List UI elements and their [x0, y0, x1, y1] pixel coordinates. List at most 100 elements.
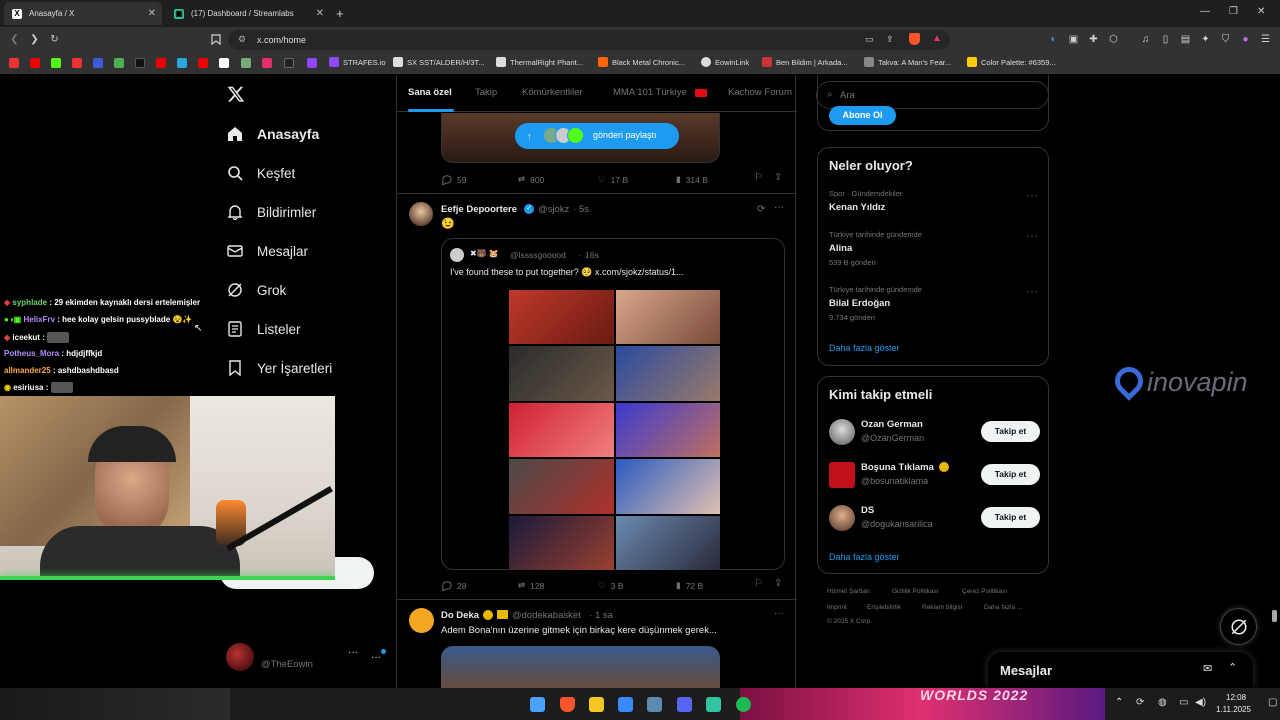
wallet-icon[interactable]: ▤: [1180, 34, 1191, 45]
reload-icon[interactable]: ↻: [49, 34, 60, 45]
grok-icon[interactable]: ⟳: [757, 204, 765, 215]
forward-icon[interactable]: ❯: [29, 34, 40, 45]
who-show-more[interactable]: Daha fazla göster: [829, 552, 900, 562]
close-tab-icon[interactable]: ✕: [316, 8, 324, 19]
grid-photo[interactable]: [615, 459, 720, 514]
reply-button[interactable]: 59: [441, 174, 466, 185]
clock-date[interactable]: 1.11.2025: [1216, 705, 1251, 714]
post-time[interactable]: 1 sa: [595, 610, 613, 621]
like-button[interactable]: ♡ 3 B: [598, 580, 623, 591]
trends-show-more[interactable]: Daha fazla göster: [829, 343, 900, 353]
grid-photo[interactable]: [509, 290, 614, 345]
cast-icon[interactable]: ▭: [865, 34, 874, 45]
notifications-icon[interactable]: ▢: [1268, 697, 1277, 708]
bookmark-ben-bildim[interactable]: Ben Bildim | Arkada...: [762, 57, 848, 67]
grid-photo[interactable]: [615, 290, 720, 345]
sidebar-item-explore[interactable]: Keşfet: [227, 165, 295, 181]
share-icon[interactable]: ⇪: [774, 172, 782, 183]
sidebar-item-grok[interactable]: Grok: [227, 282, 286, 298]
follow-button[interactable]: Takip et: [981, 421, 1040, 442]
more-icon[interactable]: ···: [1026, 190, 1039, 201]
views-button[interactable]: ▮ 314 B: [676, 174, 708, 185]
tab-streamlabs[interactable]: ▣ (17) Dashboard / Streamlabs ✕: [166, 2, 330, 25]
tab-kachow-forum[interactable]: Kachow Forum: [728, 87, 792, 98]
chevron-up-icon[interactable]: ⌃: [1228, 661, 1237, 674]
tiktok-icon[interactable]: [135, 58, 145, 68]
extension-icon[interactable]: ▣: [1068, 34, 1079, 45]
post-handle[interactable]: @sjokz: [538, 204, 569, 215]
new-posts-pill[interactable]: ↑ gönderi paylaştı: [515, 123, 679, 149]
follow-button[interactable]: Takip et: [981, 507, 1040, 528]
extension-icon[interactable]: ⬡: [1108, 34, 1119, 45]
repost-button[interactable]: ⇄ 800: [518, 174, 544, 185]
tab-following[interactable]: Takip: [475, 87, 497, 98]
bookmark-thermalright[interactable]: ThermalRight Phant...: [496, 57, 583, 67]
brave-icon[interactable]: [560, 697, 575, 712]
like-button[interactable]: ♡ 17 B: [598, 174, 628, 185]
brave-shield-icon[interactable]: [909, 33, 920, 45]
file-explorer-icon[interactable]: [589, 697, 604, 712]
profile-icon[interactable]: ●: [1240, 34, 1251, 45]
sidebar-item-lists[interactable]: Listeler: [227, 321, 301, 337]
messages-drawer[interactable]: Mesajlar ✉ ⌃: [988, 652, 1253, 688]
avatar[interactable]: [226, 643, 254, 671]
close-window-icon[interactable]: ✕: [1257, 6, 1265, 17]
scrollbar-thumb[interactable]: [1272, 610, 1277, 622]
bookmark-icon[interactable]: [72, 58, 82, 68]
bookmark-icon[interactable]: [241, 58, 251, 68]
bookmark-icon[interactable]: [93, 58, 103, 68]
bookmark-black-metal[interactable]: Black Metal Chronic...: [598, 57, 685, 67]
bookmark-eowinlink[interactable]: EowinLink: [701, 57, 749, 67]
grid-photo[interactable]: [615, 515, 720, 570]
avatar[interactable]: [409, 202, 433, 226]
tab-anasayfa[interactable]: X Anasayfa / X ✕: [4, 2, 162, 25]
menu-icon[interactable]: ☰: [1260, 34, 1271, 45]
network-icon[interactable]: ◍: [1158, 697, 1167, 708]
subscribe-button[interactable]: Abone Ol: [829, 106, 896, 125]
tab-mma-101[interactable]: MMA 101 Türkiye: [613, 87, 687, 98]
grid-photo[interactable]: [615, 402, 720, 458]
bookmark-icon[interactable]: [9, 58, 19, 68]
grok-button[interactable]: [1220, 608, 1257, 645]
bookmark-sx[interactable]: SX SST/ALDER/H/3T...: [393, 57, 485, 67]
windows-start-icon[interactable]: [530, 697, 545, 712]
quote-post[interactable]: ✖🐻 🐹 @lssssgooood · 16s I've found these…: [441, 238, 785, 570]
site-settings-icon[interactable]: ⚙: [238, 34, 246, 45]
more-icon[interactable]: ···: [774, 202, 784, 213]
tab-for-you[interactable]: Sana özel: [408, 87, 452, 98]
post-author[interactable]: Do Deka: [441, 610, 479, 621]
repost-button[interactable]: ⇄ 128: [518, 580, 544, 591]
bookmark-icon[interactable]: ⚐: [754, 578, 763, 589]
bookmark-page-icon[interactable]: [210, 34, 221, 46]
youtube-icon[interactable]: [198, 58, 208, 68]
sync-icon[interactable]: ⟳: [1136, 697, 1144, 708]
more-icon[interactable]: ···: [774, 608, 784, 619]
x-logo-icon[interactable]: [227, 85, 247, 105]
back-icon[interactable]: ❮: [9, 34, 20, 45]
clock-time[interactable]: 12:08: [1226, 693, 1246, 702]
instagram-icon[interactable]: [262, 58, 272, 68]
more-icon[interactable]: ···: [348, 647, 358, 658]
views-button[interactable]: ▮ 72 B: [676, 580, 703, 591]
grid-photo[interactable]: [509, 515, 614, 570]
photo-grid[interactable]: [509, 290, 720, 570]
grid-photo[interactable]: [509, 346, 614, 401]
leo-icon[interactable]: ✦: [1200, 34, 1211, 45]
sidebar-item-notifications[interactable]: Bildirimler: [227, 204, 316, 220]
sidebar-icon[interactable]: ▯: [1160, 34, 1171, 45]
media-icon[interactable]: ♫: [1140, 34, 1151, 45]
more-icon[interactable]: ···: [1026, 286, 1039, 297]
bookmark-icon[interactable]: [284, 58, 294, 68]
more-icon[interactable]: ···: [1026, 231, 1039, 242]
kick-icon[interactable]: [51, 58, 61, 68]
bookmark-icon[interactable]: [114, 58, 124, 68]
app-icon[interactable]: [647, 697, 662, 712]
post-media[interactable]: [441, 646, 720, 688]
close-tab-icon[interactable]: ✕: [148, 8, 156, 19]
bookmark-icon[interactable]: [177, 58, 187, 68]
sidebar-item-bookmarks[interactable]: Yer İşaretleri: [227, 360, 332, 376]
twitch-icon[interactable]: [307, 58, 317, 68]
tab-komurkentliler[interactable]: Kömürkentliler: [522, 87, 583, 98]
minimize-icon[interactable]: —: [1200, 6, 1210, 17]
audio-icon[interactable]: ◖: [1047, 34, 1058, 45]
